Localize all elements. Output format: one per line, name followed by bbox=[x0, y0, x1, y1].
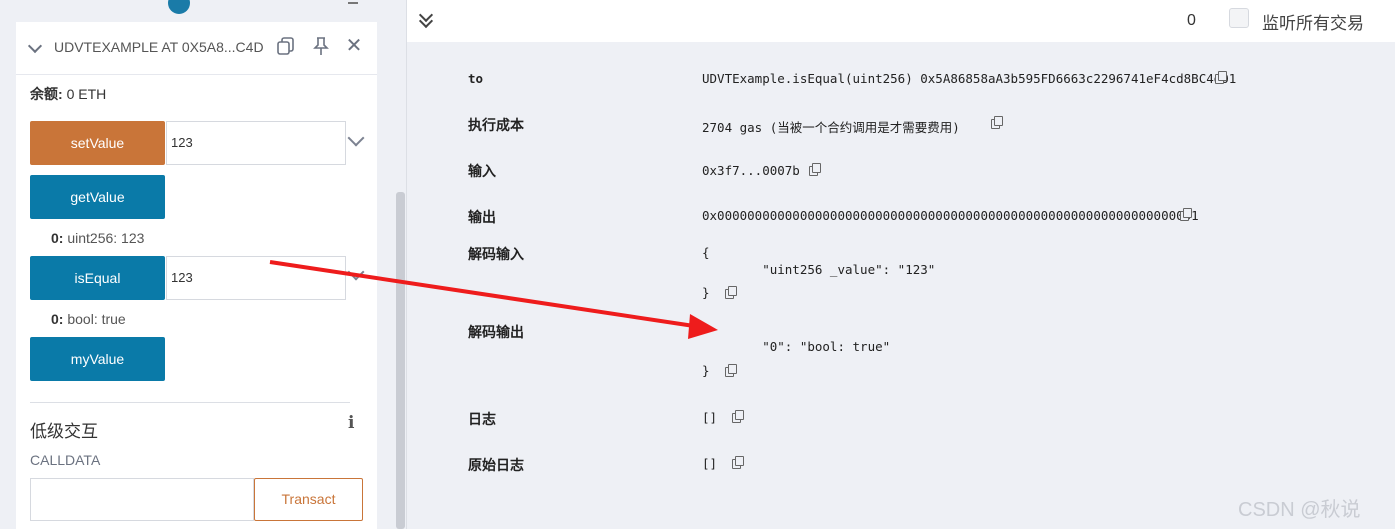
listen-all-checkbox[interactable] bbox=[1229, 8, 1249, 28]
panel-gutter bbox=[0, 22, 16, 529]
transact-button[interactable]: Transact bbox=[254, 478, 363, 521]
decoded-input-line-2: "uint256 _value": "123" bbox=[702, 262, 936, 277]
pin-icon[interactable] bbox=[311, 36, 331, 56]
watermark: CSDN @秋说 bbox=[1238, 499, 1361, 521]
copy-icon[interactable] bbox=[725, 364, 737, 377]
row-value-input: 0x3f7...0007b bbox=[702, 163, 800, 178]
setvalue-expand-icon[interactable] bbox=[347, 129, 365, 147]
trash-icon[interactable] bbox=[348, 0, 358, 4]
info-icon[interactable]: i bbox=[348, 413, 354, 433]
double-chevron-down-icon[interactable] bbox=[418, 7, 434, 30]
terminal-toolbar: 0 监听所有交易 bbox=[407, 0, 1395, 42]
copy-icon[interactable] bbox=[732, 410, 744, 423]
row-key-decoded-output: 解码输出 bbox=[468, 324, 524, 340]
scrollbar-thumb[interactable] bbox=[396, 192, 405, 529]
row-value-output: 0x00000000000000000000000000000000000000… bbox=[702, 208, 1199, 223]
close-icon[interactable]: ✕ bbox=[344, 36, 364, 56]
row-key-logs: 日志 bbox=[468, 411, 496, 427]
contract-count-badge bbox=[168, 0, 190, 14]
row-key-to: to bbox=[468, 71, 484, 86]
row-value-logs: [] bbox=[702, 410, 718, 425]
isequal-result-key: 0: bbox=[51, 311, 64, 327]
row-key-decoded-input: 解码输入 bbox=[468, 246, 524, 262]
isequal-result-value: bool: true bbox=[67, 311, 126, 327]
copy-icon[interactable] bbox=[1215, 71, 1227, 84]
balance-row: 余额: 0 ETH bbox=[30, 84, 106, 104]
isequal-button[interactable]: isEqual bbox=[30, 256, 165, 300]
low-level-interactions-title: 低级交互 bbox=[30, 422, 98, 441]
deployed-contracts-panel: UDVTEXAMPLE AT 0X5A8...C4D ✕ 余额: 0 ETH s… bbox=[0, 0, 377, 529]
copy-icon[interactable] bbox=[276, 36, 296, 56]
balance-value: 0 ETH bbox=[66, 86, 107, 102]
setvalue-button[interactable]: setValue bbox=[30, 121, 165, 165]
section-divider bbox=[30, 402, 350, 403]
copy-icon[interactable] bbox=[732, 456, 744, 469]
copy-icon[interactable] bbox=[809, 163, 821, 176]
panel-top-strip bbox=[0, 0, 377, 22]
decoded-input-line-3: } bbox=[702, 285, 710, 300]
transaction-details: to UDVTExample.isEqual(uint256) 0x5A8685… bbox=[407, 42, 1395, 529]
balance-label: 余额: bbox=[30, 86, 63, 102]
copy-icon[interactable] bbox=[725, 286, 737, 299]
getvalue-result-key: 0: bbox=[51, 230, 64, 246]
getvalue-result: 0: uint256: 123 bbox=[51, 230, 144, 246]
transaction-counter: 0 bbox=[1187, 12, 1196, 29]
decoded-output-line-2: } bbox=[702, 363, 710, 378]
decoded-input-line-1: { bbox=[702, 245, 710, 260]
listen-all-label[interactable]: 监听所有交易 bbox=[1262, 9, 1364, 34]
contract-title: UDVTEXAMPLE AT 0X5A8...C4D bbox=[54, 39, 264, 55]
row-key-input: 输入 bbox=[468, 163, 496, 179]
calldata-label: CALLDATA bbox=[30, 452, 101, 468]
row-key-execution-cost: 执行成本 bbox=[468, 117, 524, 133]
setvalue-input[interactable]: 123 bbox=[166, 121, 346, 165]
row-key-output: 输出 bbox=[468, 209, 496, 225]
isequal-expand-icon[interactable] bbox=[347, 263, 365, 281]
calldata-input[interactable] bbox=[30, 478, 254, 521]
decoded-output-line-1: "0": "bool: true" bbox=[702, 339, 891, 354]
row-key-raw-logs: 原始日志 bbox=[468, 457, 524, 473]
copy-icon[interactable] bbox=[1180, 208, 1192, 221]
isequal-result: 0: bool: true bbox=[51, 311, 126, 327]
row-value-raw-logs: [] bbox=[702, 456, 718, 471]
isequal-input[interactable]: 123 bbox=[166, 256, 346, 300]
copy-icon[interactable] bbox=[991, 116, 1003, 129]
myvalue-button[interactable]: myValue bbox=[30, 337, 165, 381]
row-value-to: UDVTExample.isEqual(uint256) 0x5A86858aA… bbox=[702, 71, 1237, 86]
contract-instance-header[interactable]: UDVTEXAMPLE AT 0X5A8...C4D ✕ bbox=[16, 22, 377, 75]
row-value-execution-cost: 2704 gas (当被一个合约调用是才需要费用) bbox=[702, 120, 960, 135]
getvalue-result-value: uint256: 123 bbox=[67, 230, 145, 246]
getvalue-button[interactable]: getValue bbox=[30, 175, 165, 219]
chevron-down-icon[interactable] bbox=[27, 38, 43, 54]
